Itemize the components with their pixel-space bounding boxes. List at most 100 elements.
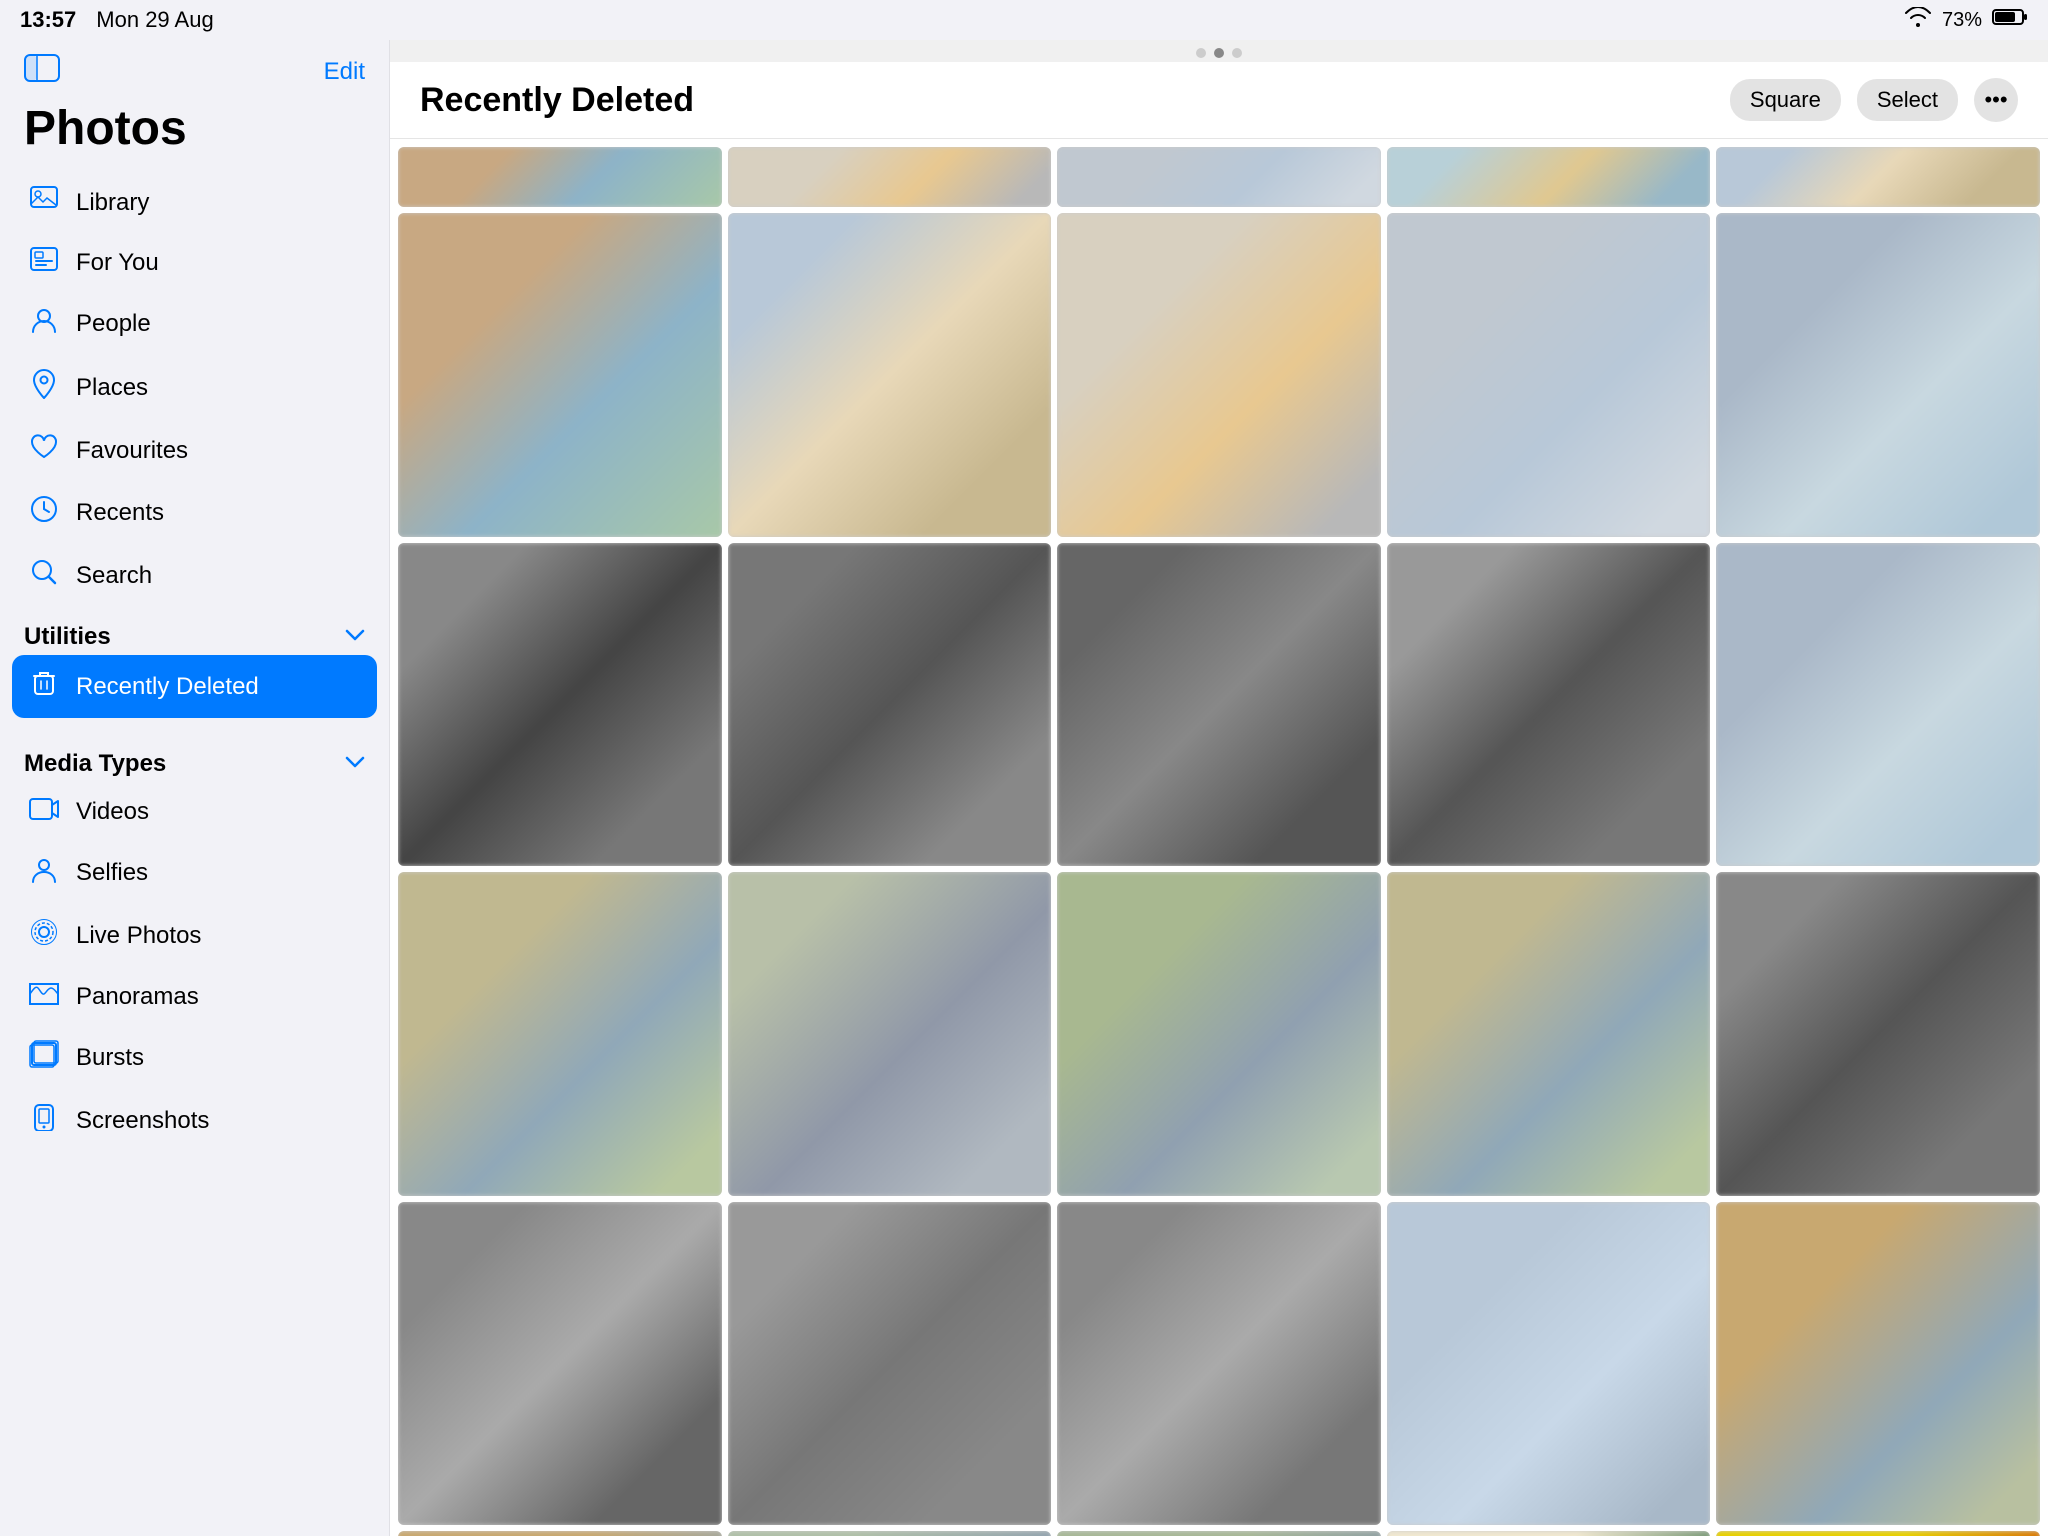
photo-1-3[interactable] xyxy=(1057,213,1381,537)
search-label: Search xyxy=(76,562,152,590)
photo-row-2 xyxy=(398,543,2040,867)
photo-3-2[interactable] xyxy=(728,872,1052,1196)
battery-icon xyxy=(1992,8,2028,32)
photo-4-2[interactable] xyxy=(728,1202,1052,1526)
photo-2-4[interactable] xyxy=(1387,543,1711,867)
sidebar-item-screenshots[interactable]: Screenshots xyxy=(12,1089,377,1152)
utilities-nav: Recently Deleted xyxy=(0,655,389,718)
photo-partial-5[interactable] xyxy=(1716,147,2040,207)
sidebar-title: Photos xyxy=(0,93,389,172)
photo-partial-2[interactable] xyxy=(728,147,1052,207)
selfies-icon xyxy=(28,855,60,890)
people-icon xyxy=(28,306,60,341)
sidebar-item-library[interactable]: Library xyxy=(12,172,377,233)
media-types-nav: Videos Selfies xyxy=(0,782,389,1152)
content-title: Recently Deleted xyxy=(420,81,694,120)
photo-5-5[interactable] xyxy=(1716,1531,2040,1536)
photo-partial-3[interactable] xyxy=(1057,147,1381,207)
search-icon xyxy=(28,558,60,593)
sidebar-item-videos[interactable]: Videos xyxy=(12,782,377,841)
dot-2 xyxy=(1214,48,1224,58)
screenshots-icon xyxy=(28,1103,60,1138)
photo-row-5 xyxy=(398,1531,2040,1536)
sidebar-nav: Library For You xyxy=(0,172,389,607)
select-button[interactable]: Select xyxy=(1857,79,1958,121)
photo-5-1[interactable] xyxy=(398,1531,722,1536)
favourites-icon xyxy=(28,434,60,467)
bursts-label: Bursts xyxy=(76,1044,144,1072)
sidebar-item-bursts[interactable]: Bursts xyxy=(12,1026,377,1089)
utilities-chevron xyxy=(345,626,365,649)
photo-2-1[interactable] xyxy=(398,543,722,867)
recently-deleted-label: Recently Deleted xyxy=(76,673,259,701)
status-time: 13:57 xyxy=(20,7,76,33)
photo-1-2[interactable] xyxy=(728,213,1052,537)
sidebar-item-search[interactable]: Search xyxy=(12,544,377,607)
photo-3-1[interactable] xyxy=(398,872,722,1196)
sidebar-header: Edit xyxy=(0,40,389,93)
photo-3-4[interactable] xyxy=(1387,872,1711,1196)
photo-2-2[interactable] xyxy=(728,543,1052,867)
status-date: Mon 29 Aug xyxy=(96,7,213,33)
people-label: People xyxy=(76,310,151,338)
sidebar-item-recents[interactable]: Recents xyxy=(12,481,377,544)
partial-row-top xyxy=(398,147,2040,207)
panoramas-label: Panoramas xyxy=(76,983,199,1011)
photo-4-4[interactable] xyxy=(1387,1202,1711,1526)
photo-4-5[interactable] xyxy=(1716,1202,2040,1526)
utilities-section-header[interactable]: Utilities xyxy=(0,607,389,655)
photo-1-4[interactable] xyxy=(1387,213,1711,537)
photo-grid[interactable] xyxy=(390,139,2048,1536)
live-photos-icon xyxy=(28,918,60,953)
photo-4-3[interactable] xyxy=(1057,1202,1381,1526)
sidebar-item-live-photos[interactable]: Live Photos xyxy=(12,904,377,967)
sidebar-toggle-icon[interactable] xyxy=(24,54,60,89)
photo-row-1 xyxy=(398,213,2040,537)
photo-3-3[interactable] xyxy=(1057,872,1381,1196)
sidebar-item-people[interactable]: People xyxy=(12,292,377,355)
screenshots-label: Screenshots xyxy=(76,1107,209,1135)
media-types-title: Media Types xyxy=(24,750,166,778)
for-you-icon xyxy=(28,247,60,278)
photo-partial-4[interactable] xyxy=(1387,147,1711,207)
media-types-chevron xyxy=(345,753,365,776)
photo-5-3[interactable] xyxy=(1057,1531,1381,1536)
recently-deleted-icon xyxy=(28,669,60,704)
sidebar-item-selfies[interactable]: Selfies xyxy=(12,841,377,904)
sidebar-item-places[interactable]: Places xyxy=(12,355,377,420)
library-label: Library xyxy=(76,189,149,217)
wifi-icon xyxy=(1904,7,1932,33)
edit-button[interactable]: Edit xyxy=(324,58,365,86)
videos-icon xyxy=(28,796,60,827)
photo-partial-1[interactable] xyxy=(398,147,722,207)
square-button[interactable]: Square xyxy=(1730,79,1841,121)
photo-5-4[interactable] xyxy=(1387,1531,1711,1536)
sidebar-item-favourites[interactable]: Favourites xyxy=(12,420,377,481)
places-icon xyxy=(28,369,60,406)
dot-3 xyxy=(1232,48,1242,58)
more-button[interactable]: ••• xyxy=(1974,78,2018,122)
sidebar-item-for-you[interactable]: For You xyxy=(12,233,377,292)
content-header: Recently Deleted Square Select ••• xyxy=(390,62,2048,139)
bursts-icon xyxy=(28,1040,60,1075)
photo-4-1[interactable] xyxy=(398,1202,722,1526)
photo-3-5[interactable] xyxy=(1716,872,2040,1196)
app-container: Edit Photos Library xyxy=(0,0,2048,1536)
media-types-section-header[interactable]: Media Types xyxy=(0,734,389,782)
photo-2-3[interactable] xyxy=(1057,543,1381,867)
photo-2-5[interactable] xyxy=(1716,543,2040,867)
main-content: Recently Deleted Square Select ••• xyxy=(390,40,2048,1536)
status-right: 73% xyxy=(1904,7,2028,33)
recents-icon xyxy=(28,495,60,530)
live-photos-label: Live Photos xyxy=(76,922,201,950)
photo-row-3 xyxy=(398,872,2040,1196)
photo-1-1[interactable] xyxy=(398,213,722,537)
selfies-label: Selfies xyxy=(76,859,148,887)
photo-5-2[interactable] xyxy=(728,1531,1052,1536)
favourites-label: Favourites xyxy=(76,437,188,465)
sidebar-item-recently-deleted[interactable]: Recently Deleted xyxy=(12,655,377,718)
battery-label: 73% xyxy=(1942,9,1982,32)
recents-label: Recents xyxy=(76,499,164,527)
sidebar-item-panoramas[interactable]: Panoramas xyxy=(12,967,377,1026)
photo-1-5[interactable] xyxy=(1716,213,2040,537)
